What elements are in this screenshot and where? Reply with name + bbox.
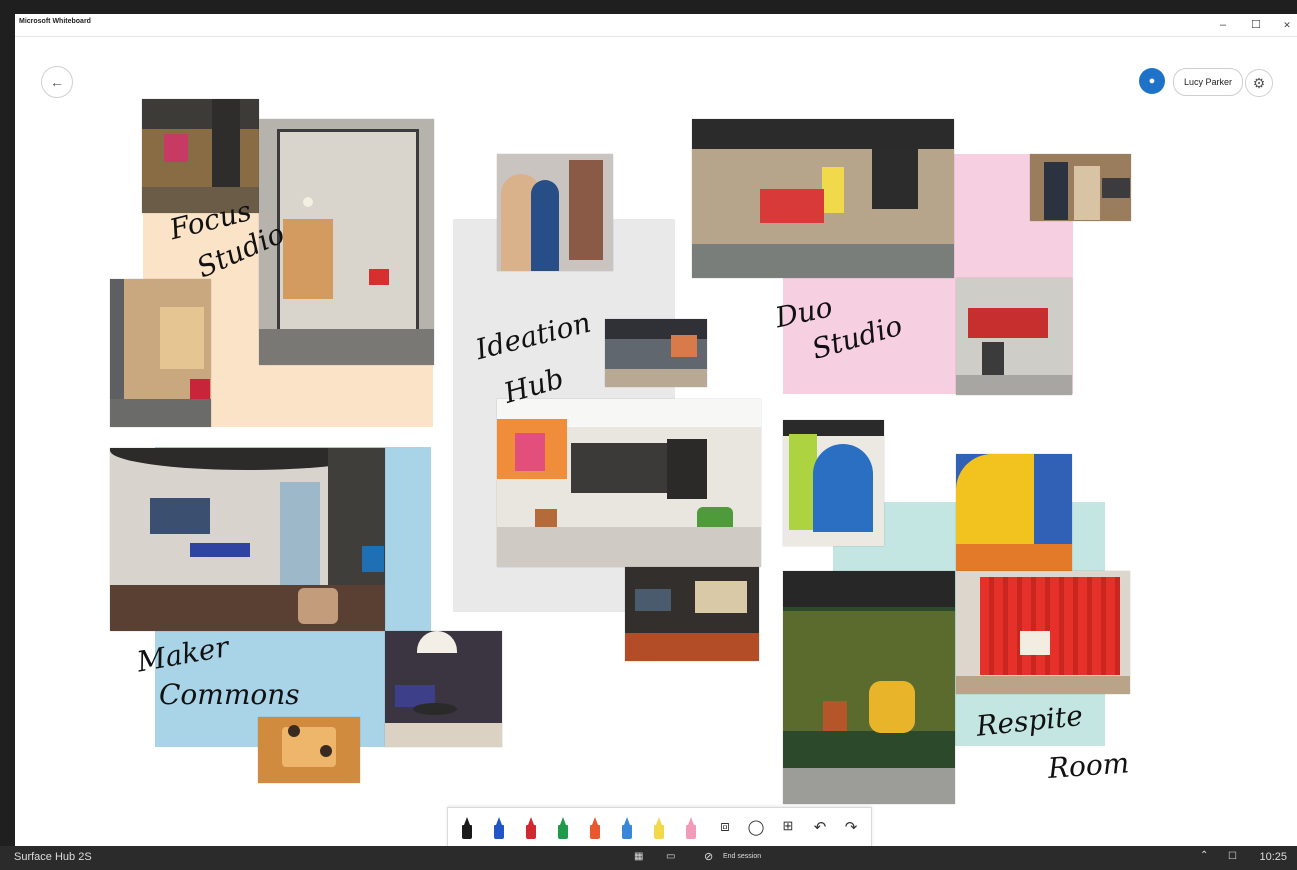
blue-pen-icon <box>494 817 504 839</box>
photo-ideation-team[interactable] <box>605 319 707 387</box>
whiteboard-canvas[interactable]: ← ● Lucy Parker ⚙ Focus Studio Maker Com… <box>15 37 1297 846</box>
black-pen-icon <box>462 817 472 839</box>
redo-icon: ↷ <box>844 819 858 836</box>
yellow-highlighter-button[interactable] <box>644 813 674 843</box>
photo-respite-curtain[interactable] <box>956 571 1130 694</box>
tray-chevron-icon[interactable]: ⌃ <box>1200 850 1208 861</box>
red-pen-button[interactable] <box>516 813 546 843</box>
label-room[interactable]: Room <box>1047 746 1130 785</box>
lasso-icon: ◯ <box>747 819 765 836</box>
person-icon: ● <box>1148 75 1156 87</box>
action-center-icon[interactable]: ☐ <box>1228 851 1237 862</box>
clock: 10:25 <box>1259 851 1287 863</box>
add-icon: ⊞ <box>782 818 794 833</box>
back-arrow-icon: ← <box>50 74 64 90</box>
pink-highlighter-button[interactable] <box>676 813 706 843</box>
app-title: Microsoft Whiteboard <box>19 18 91 25</box>
photo-ideation-hub[interactable] <box>497 399 761 567</box>
end-session-icon[interactable]: ⊘ <box>704 850 713 863</box>
photo-maker-lounge[interactable] <box>385 631 502 747</box>
photo-ideation-people[interactable] <box>497 154 613 271</box>
orange-pen-button[interactable] <box>580 813 610 843</box>
windows-icon[interactable]: ▦ <box>634 851 643 862</box>
taskbar: Surface Hub 2S ▦ ▭ ⊘ End session ⌃ ☐ 10:… <box>0 846 1297 870</box>
device-name: Surface Hub 2S <box>14 851 92 863</box>
back-button[interactable]: ← <box>41 66 73 98</box>
blue-pen-button[interactable] <box>484 813 514 843</box>
photo-maker-room[interactable] <box>110 448 385 631</box>
lasso-button[interactable]: ◯ <box>741 813 771 843</box>
minimize-button[interactable]: – <box>1208 15 1238 35</box>
green-pen-icon <box>558 817 568 839</box>
photo-ideation-studio[interactable] <box>625 567 759 661</box>
photo-duo-pair[interactable] <box>1030 154 1131 221</box>
add-content-button[interactable]: ⊞ <box>773 813 803 843</box>
red-pen-icon <box>526 817 536 839</box>
user-name-button[interactable]: Lucy Parker <box>1173 68 1244 96</box>
pink-highlighter-icon <box>686 817 696 839</box>
photo-duo-lounge[interactable] <box>692 119 954 278</box>
label-commons[interactable]: Commons <box>159 681 300 709</box>
photo-respite-chair[interactable] <box>956 454 1072 571</box>
user-avatar[interactable]: ● <box>1139 68 1165 94</box>
inking-toolbar: ⧈ ◯ ⊞ ↶ ↷ <box>447 807 872 846</box>
green-pen-button[interactable] <box>548 813 578 843</box>
orange-pen-icon <box>590 817 600 839</box>
close-button[interactable]: ✕ <box>1272 15 1297 35</box>
ruler-icon: ⧈ <box>720 818 730 835</box>
app-window: Microsoft Whiteboard – ☐ ✕ ← ● Lucy Park… <box>15 14 1297 846</box>
lightblue-pen-icon <box>622 817 632 839</box>
black-pen-button[interactable] <box>452 813 482 843</box>
settings-button[interactable]: ⚙ <box>1245 69 1273 97</box>
title-bar: Microsoft Whiteboard – ☐ ✕ <box>15 14 1297 37</box>
ruler-button[interactable]: ⧈ <box>710 813 740 843</box>
photo-duo-desks[interactable] <box>956 278 1072 395</box>
photo-focus-desk[interactable] <box>110 279 211 427</box>
lightblue-pen-button[interactable] <box>612 813 642 843</box>
maximize-button[interactable]: ☐ <box>1241 15 1271 35</box>
camera-icon[interactable]: ▭ <box>666 851 675 862</box>
end-session-button[interactable]: End session <box>723 853 761 860</box>
gear-icon: ⚙ <box>1252 75 1266 91</box>
photo-respite-room[interactable] <box>783 571 955 804</box>
redo-button[interactable]: ↷ <box>836 813 866 843</box>
photo-respite-pods[interactable] <box>783 420 884 546</box>
undo-button[interactable]: ↶ <box>805 813 835 843</box>
undo-icon: ↶ <box>813 819 827 836</box>
yellow-highlighter-icon <box>654 817 664 839</box>
photo-maker-table[interactable] <box>258 717 360 783</box>
